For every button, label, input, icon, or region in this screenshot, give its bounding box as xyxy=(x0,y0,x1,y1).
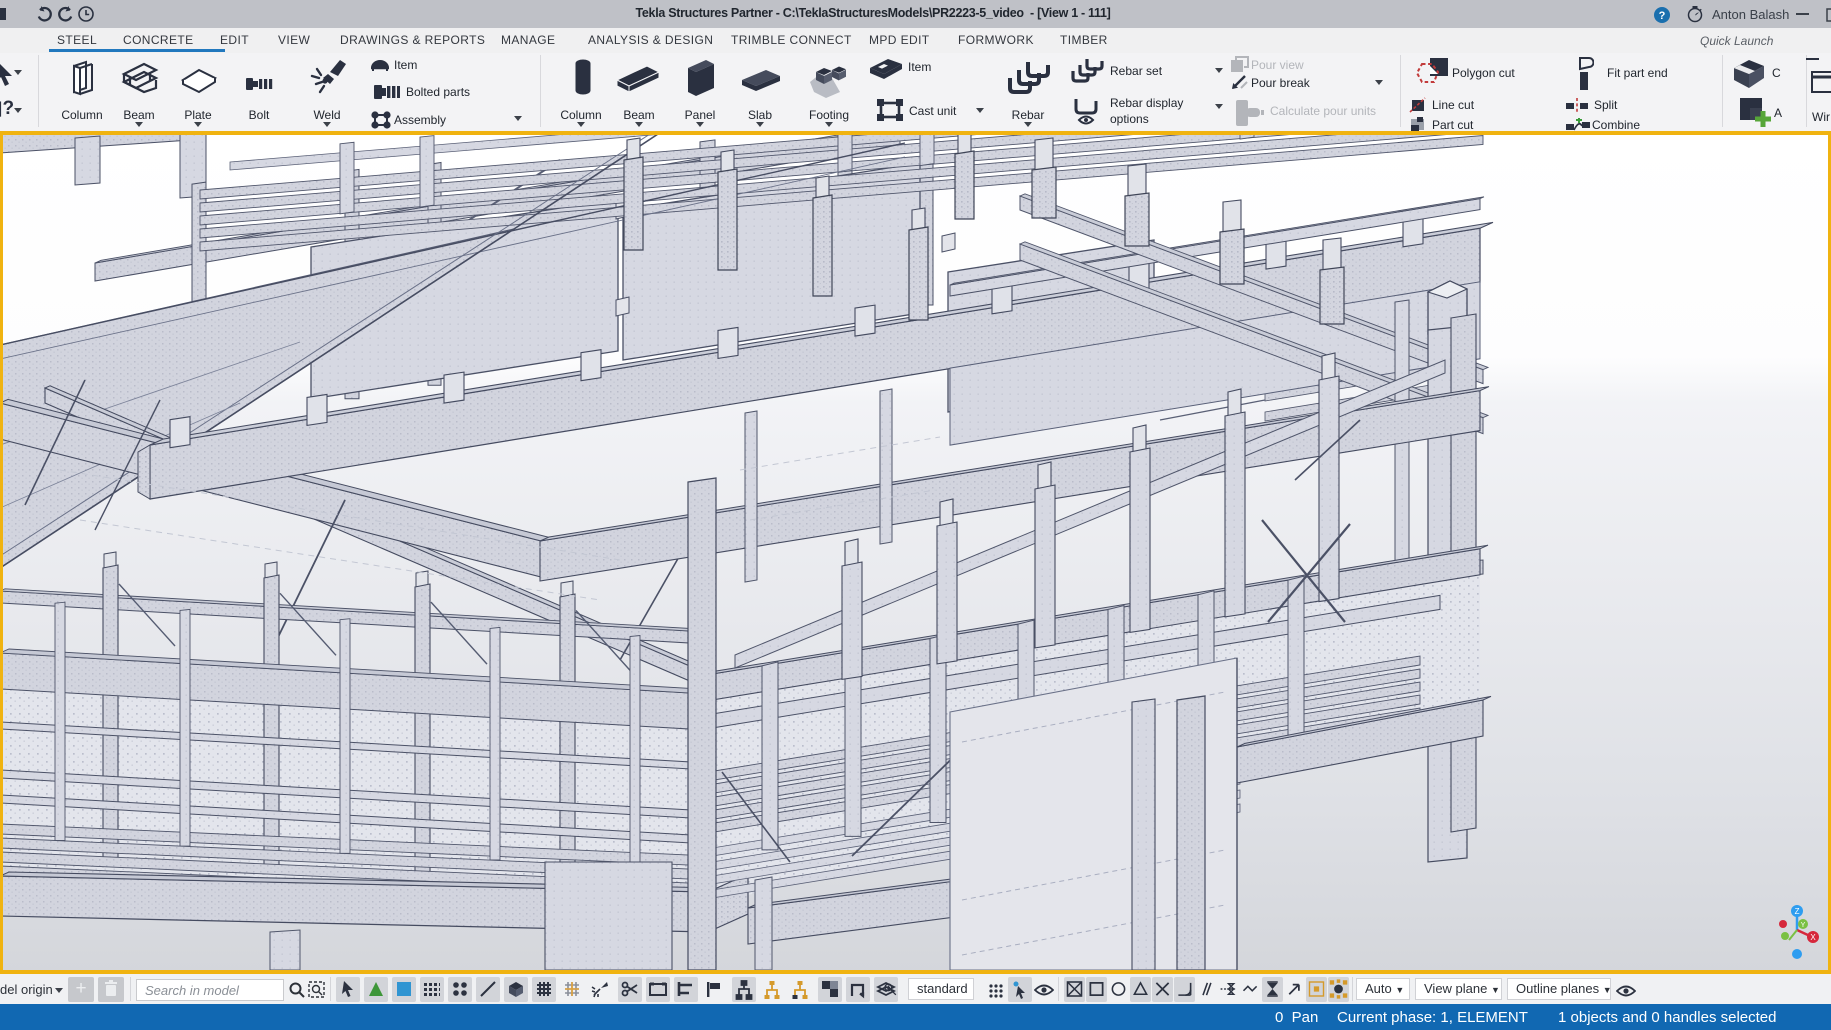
svg-text:X: X xyxy=(1810,933,1816,942)
svg-text:Y: Y xyxy=(1801,922,1806,929)
svg-text:?: ? xyxy=(1659,10,1666,22)
svg-text:Z: Z xyxy=(1795,907,1800,916)
